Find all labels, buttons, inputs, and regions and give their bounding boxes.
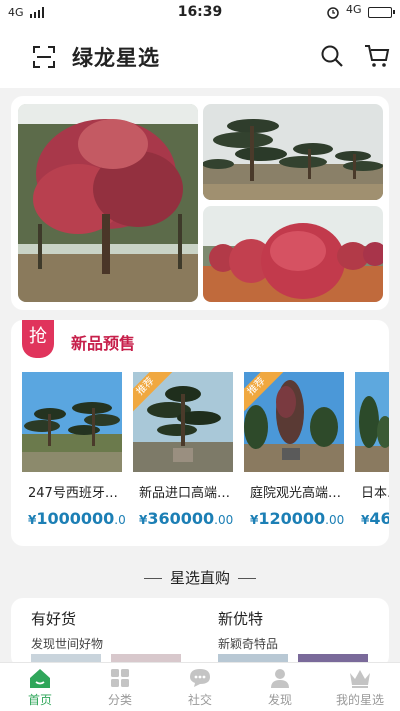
category-icon <box>111 669 129 687</box>
product-price: ¥46 <box>361 509 389 528</box>
tab-discover[interactable]: 发现 <box>240 667 320 708</box>
tab-label: 我的星选 <box>335 693 384 707</box>
presale-title[interactable]: 新品预售 <box>71 330 135 354</box>
divider-line <box>143 578 162 579</box>
product-price: ¥120000.00 <box>250 509 344 528</box>
product-name: 247号西班牙… <box>28 486 118 501</box>
chat-icon <box>190 669 210 687</box>
scan-icon[interactable] <box>32 45 56 69</box>
battery-icon <box>368 7 395 18</box>
price-decimal: .00 <box>325 513 345 527</box>
price-decimal: .00 <box>214 513 234 527</box>
bottom-tab-bar: 首页 分类 社交 发现 我的星选 <box>0 662 400 711</box>
section-title: 星选直购 <box>0 567 400 588</box>
new-special-title: 新优特 <box>218 610 264 628</box>
good-stuff-subtitle: 发现世间好物 <box>31 637 104 651</box>
product-price: ¥360000.00 <box>139 509 233 528</box>
crown-icon <box>350 670 370 688</box>
divider-line <box>238 578 256 579</box>
good-stuff-entry[interactable]: 有好货 发现世间好物 <box>31 608 211 652</box>
home-icon <box>30 669 50 688</box>
search-icon[interactable] <box>320 44 344 68</box>
product-card[interactable]: 日本… ¥46 <box>355 372 389 538</box>
product-carousel[interactable]: 247号西班牙… ¥1000000.0 推荐 新品进口高端… ¥360000.0… <box>22 372 389 542</box>
cart-icon[interactable] <box>364 44 390 68</box>
new-special-subtitle: 新颖奇特品 <box>218 637 279 651</box>
product-card[interactable]: 247号西班牙… ¥1000000.0 <box>22 372 126 538</box>
tab-home[interactable]: 首页 <box>0 667 80 708</box>
price-integer: 120000 <box>258 509 326 528</box>
discover-icon <box>271 669 289 688</box>
good-stuff-title: 有好货 <box>31 610 77 628</box>
tab-label: 分类 <box>107 693 132 707</box>
tab-category[interactable]: 分类 <box>80 667 160 708</box>
clock-time: 16:39 <box>177 4 223 20</box>
product-card[interactable]: 推荐 庭院观光高端… ¥120000.00 <box>244 372 344 538</box>
tab-label: 社交 <box>187 693 212 707</box>
product-image[interactable] <box>355 372 389 472</box>
product-card[interactable]: 推荐 新品进口高端… ¥360000.00 <box>133 372 233 538</box>
app-header: 绿龙星选 <box>0 26 400 88</box>
product-name: 日本… <box>361 486 389 501</box>
banner-gallery <box>11 96 389 310</box>
red-shrub-balls-photo[interactable] <box>203 206 383 302</box>
product-image[interactable]: 推荐 <box>244 372 344 472</box>
section-title-text: 星选直购 <box>169 569 230 587</box>
network-type-right: 4G <box>346 3 362 16</box>
price-integer: 46 <box>369 509 389 528</box>
product-image[interactable] <box>22 372 122 472</box>
price-integer: 360000 <box>147 509 215 528</box>
new-special-entry[interactable]: 新优特 新颖奇特品 <box>218 608 389 652</box>
flash-sale-badge: 抢 <box>22 320 54 358</box>
app-title: 绿龙星选 <box>72 46 160 70</box>
tab-label: 发现 <box>267 693 292 707</box>
tab-my-profile[interactable]: 我的星选 <box>320 667 400 708</box>
tab-label: 首页 <box>27 693 52 707</box>
red-maple-tree-photo[interactable] <box>18 104 198 302</box>
alarm-icon <box>327 7 339 19</box>
product-name: 庭院观光高端… <box>250 486 342 501</box>
product-name: 新品进口高端… <box>139 486 231 501</box>
pine-bonsai-field-photo[interactable] <box>203 104 383 200</box>
status-bar: 4G 16:39 4G <box>0 0 400 26</box>
product-price: ¥1000000.0 <box>28 509 126 528</box>
price-decimal: .0 <box>114 513 126 527</box>
presale-section: 抢 新品预售 247号西班牙… ¥1000000.0 推荐 新品进口高端… ¥3… <box>11 320 389 546</box>
product-image[interactable]: 推荐 <box>133 372 233 472</box>
direct-buy-section: 有好货 发现世间好物 新优特 新颖奇特品 <box>11 598 389 668</box>
price-integer: 1000000 <box>36 509 115 528</box>
tab-social[interactable]: 社交 <box>160 667 240 708</box>
